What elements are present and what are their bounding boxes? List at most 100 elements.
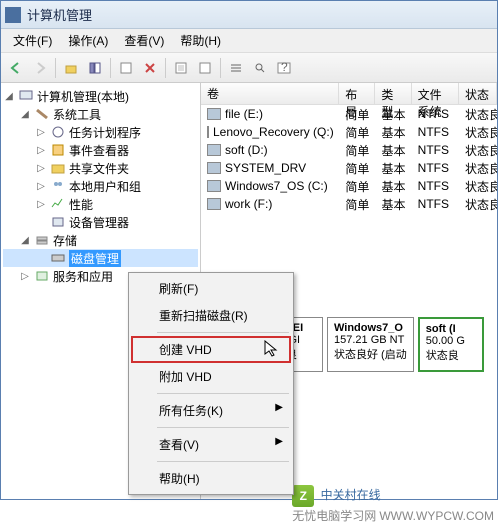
- forward-button[interactable]: [29, 57, 51, 79]
- expand-icon[interactable]: ▷: [35, 163, 47, 174]
- drive-icon: [207, 108, 221, 120]
- volume-type: 基本: [376, 105, 412, 124]
- disk-icon: [50, 251, 66, 265]
- tree-scheduler[interactable]: ▷ 任务计划程序: [3, 123, 198, 141]
- volume-name: work (F:): [225, 197, 272, 211]
- separator: [157, 332, 289, 333]
- tools-icon: [34, 107, 50, 121]
- tree-eventvwr[interactable]: ▷ 事件查看器: [3, 141, 198, 159]
- users-icon: [50, 179, 66, 193]
- drive-icon: [207, 180, 221, 192]
- volume-type: 基本: [376, 141, 412, 160]
- separator: [157, 393, 289, 394]
- volume-status: 状态良: [459, 195, 497, 214]
- clock-icon: [50, 125, 66, 139]
- volume-status: 状态良: [459, 159, 497, 178]
- ctx-all-tasks[interactable]: 所有任务(K)▶: [131, 397, 291, 424]
- col-status[interactable]: 状态: [459, 83, 497, 104]
- expand-icon[interactable]: ◢: [19, 109, 31, 120]
- menubar: 文件(F) 操作(A) 查看(V) 帮助(H): [1, 29, 497, 53]
- volume-type: 基本: [376, 177, 412, 196]
- list-button[interactable]: [225, 57, 247, 79]
- services-icon: [34, 269, 50, 283]
- expand-icon[interactable]: ◢: [3, 91, 15, 102]
- volume-status: 状态良: [459, 177, 497, 196]
- volume-name: SYSTEM_DRV: [225, 161, 306, 175]
- expand-icon[interactable]: ▷: [35, 145, 47, 156]
- ctx-view[interactable]: 查看(V)▶: [131, 431, 291, 458]
- svg-text:?: ?: [281, 61, 288, 74]
- tree-shared[interactable]: ▷ 共享文件夹: [3, 159, 198, 177]
- computer-icon: [18, 89, 34, 103]
- perf-icon: [50, 197, 66, 211]
- device-icon: [50, 215, 66, 229]
- tree-storage[interactable]: ◢ 存储: [3, 231, 198, 249]
- volume-layout: 简单: [339, 159, 375, 178]
- disk-partition-windows[interactable]: Windows7_O 157.21 GB NT 状态良好 (启动: [327, 317, 414, 372]
- disk-partition-soft[interactable]: soft (I 50.00 G 状态良: [418, 317, 484, 372]
- expand-icon[interactable]: ◢: [19, 235, 31, 246]
- volume-row[interactable]: SYSTEM_DRV简单基本NTFS状态良: [201, 159, 497, 177]
- menu-view[interactable]: 查看(V): [116, 29, 172, 52]
- tree-localusers[interactable]: ▷ 本地用户和组: [3, 177, 198, 195]
- volume-fs: NTFS: [412, 106, 459, 122]
- menu-help[interactable]: 帮助(H): [172, 29, 229, 52]
- titlebar[interactable]: 计算机管理: [1, 1, 497, 29]
- volume-fs: NTFS: [412, 178, 459, 194]
- expand-icon[interactable]: ▷: [35, 127, 47, 138]
- expand-icon[interactable]: ▷: [35, 199, 47, 210]
- find-button[interactable]: [249, 57, 271, 79]
- refresh-button[interactable]: [170, 57, 192, 79]
- volume-row[interactable]: work (F:)简单基本NTFS状态良: [201, 195, 497, 213]
- properties-button[interactable]: [115, 57, 137, 79]
- ctx-attach-vhd[interactable]: 附加 VHD: [131, 363, 291, 390]
- tree-systools[interactable]: ◢ 系统工具: [3, 105, 198, 123]
- menu-file[interactable]: 文件(F): [5, 29, 60, 52]
- ctx-refresh[interactable]: 刷新(F): [131, 275, 291, 302]
- tree-diskmgmt[interactable]: 磁盘管理: [3, 249, 198, 267]
- cursor-icon: [264, 340, 282, 358]
- context-menu: 刷新(F) 重新扫描磁盘(R) 创建 VHD 附加 VHD 所有任务(K)▶ 查…: [128, 272, 294, 495]
- tree-perf[interactable]: ▷ 性能: [3, 195, 198, 213]
- volume-layout: 简单: [339, 123, 375, 142]
- submenu-arrow-icon: ▶: [275, 436, 283, 447]
- separator: [157, 427, 289, 428]
- show-hide-button[interactable]: [84, 57, 106, 79]
- tree-devmgr[interactable]: 设备管理器: [3, 213, 198, 231]
- volume-row[interactable]: file (E:)简单基本NTFS状态良: [201, 105, 497, 123]
- submenu-arrow-icon: ▶: [275, 402, 283, 413]
- ctx-rescan[interactable]: 重新扫描磁盘(R): [131, 302, 291, 329]
- watermark: Z 中关村在线 无忧电脑学习网 WWW.WYPCW.COM: [292, 485, 494, 524]
- drive-icon: [207, 162, 221, 174]
- volume-row[interactable]: soft (D:)简单基本NTFS状态良: [201, 141, 497, 159]
- separator: [157, 461, 289, 462]
- volume-layout: 简单: [339, 195, 375, 214]
- col-volume[interactable]: 卷: [201, 83, 339, 104]
- col-fs[interactable]: 文件系统: [412, 83, 459, 104]
- volume-name: Windows7_OS (C:): [225, 179, 328, 193]
- window-title: 计算机管理: [27, 5, 92, 24]
- up-button[interactable]: [60, 57, 82, 79]
- folder-icon: [50, 161, 66, 175]
- volume-name: file (E:): [225, 107, 263, 121]
- menu-action[interactable]: 操作(A): [60, 29, 116, 52]
- storage-icon: [34, 233, 50, 247]
- delete-button[interactable]: [139, 57, 161, 79]
- tree-root[interactable]: ◢ 计算机管理(本地): [3, 87, 198, 105]
- expand-icon[interactable]: ▷: [19, 271, 31, 282]
- volume-fs: NTFS: [412, 124, 459, 140]
- help-button[interactable]: ?: [273, 57, 295, 79]
- ctx-help[interactable]: 帮助(H): [131, 465, 291, 492]
- back-button[interactable]: [5, 57, 27, 79]
- col-layout[interactable]: 布局: [339, 83, 375, 104]
- col-type[interactable]: 类型: [375, 83, 411, 104]
- expand-icon[interactable]: ▷: [35, 181, 47, 192]
- volume-status: 状态良: [459, 105, 497, 124]
- logo-icon: Z: [292, 485, 314, 507]
- volume-row[interactable]: Lenovo_Recovery (Q:)简单基本NTFS状态良: [201, 123, 497, 141]
- volume-list[interactable]: file (E:)简单基本NTFS状态良Lenovo_Recovery (Q:)…: [201, 105, 497, 213]
- volume-row[interactable]: Windows7_OS (C:)简单基本NTFS状态良: [201, 177, 497, 195]
- volume-status: 状态良: [459, 123, 497, 142]
- volume-fs: NTFS: [412, 196, 459, 212]
- export-button[interactable]: [194, 57, 216, 79]
